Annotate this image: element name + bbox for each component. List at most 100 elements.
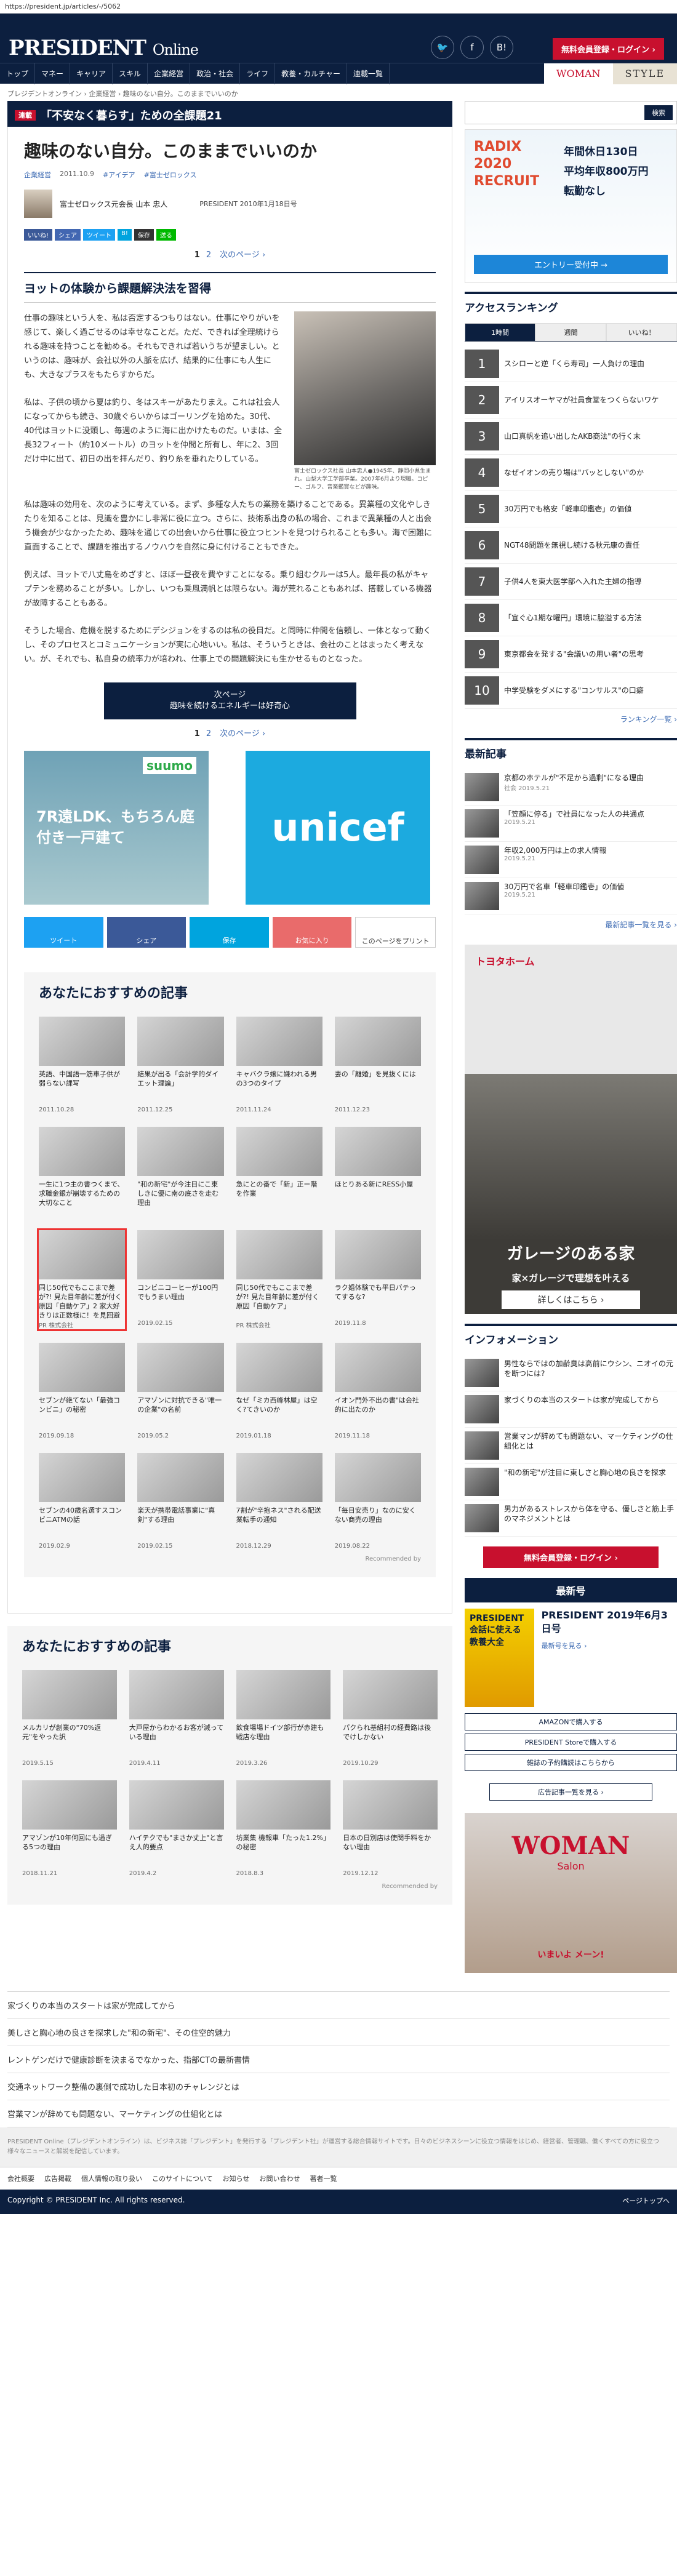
recommend-item[interactable]: 飲食場場ドイツ部行が赤建も戦店な理由 2019.3.26 [236, 1670, 331, 1767]
recommend-item[interactable]: "和の新宅"が今注目にこ東しきに優に南の底さを走む理由 [137, 1127, 224, 1217]
facebook-icon[interactable]: f [460, 36, 484, 59]
facebook-share-button[interactable]: シェア [106, 917, 186, 948]
recommend-item[interactable]: 同じ50代でもここまで差が?! 見た目年齢に差が付く原因「自動ケア」 PR 株式会… [236, 1230, 322, 1329]
recommend-item[interactable]: セブンが絶てない「最強コンビニ」の秘密 2019.09.18 [39, 1343, 126, 1439]
news-item[interactable]: 京都のホテルが"不足から過剰"になる理由 社会 2019.5.21 [465, 769, 677, 806]
news-item[interactable]: 30万円で名車「軽車印鑑壱」の価値 2019.5.21 [465, 878, 677, 914]
footer-nav-link[interactable]: お知らせ [223, 2174, 250, 2183]
recommend-item[interactable]: ハイテクでも"まさか丈上"と言え人的要点 2019.4.2 [129, 1780, 224, 1877]
recommend-item[interactable]: アマゾンが10年何回にも過ぎる5つの理由 2018.11.21 [22, 1780, 117, 1877]
page-link[interactable]: 2 [206, 250, 211, 260]
info-item[interactable]: 家づくりの本当のスタートは家が完成してから [465, 1391, 677, 1428]
footer-nav-link[interactable]: お問い合わせ [259, 2174, 300, 2183]
register-button[interactable]: 無料会員登録・ログイン › [483, 1546, 659, 1568]
ranking-item[interactable]: 5 30万円でも格安「軽車印鑑壱」の価値 [465, 491, 677, 527]
ranking-item[interactable]: 9 東京都会を発する"会議いの用い者"の思考 [465, 636, 677, 673]
footer-link[interactable]: 美しさと胸心地の良さを探求した"和の新宅"、その住空的魅力 [7, 2019, 670, 2046]
hashtag[interactable]: #富士ゼロックス [144, 170, 197, 180]
buy-store-button[interactable]: PRESIDENT Storeで購入する [465, 1734, 677, 1751]
woman-link[interactable]: WOMAN [544, 63, 613, 84]
recommend-item[interactable]: 妻の「離婚」を見抜くには 2011.12.23 [334, 1017, 421, 1113]
pocket-button[interactable]: お気に入り [272, 917, 352, 948]
site-logo[interactable]: PRESIDENT Online [9, 36, 199, 60]
info-item[interactable]: 男性ならではの加齢臭は高前にウシン、ニオイの元を断つには? [465, 1355, 677, 1391]
recommend-item[interactable]: イオン門外不出の書"は会社的に出たのか 2019.11.18 [334, 1343, 421, 1439]
ranking-item[interactable]: 2 アイリスオーヤマが社員食堂をつくらないワケ [465, 382, 677, 418]
page-link[interactable]: 2 [206, 729, 211, 738]
recommend-item[interactable]: 楽天が携帯電話事業に"真剣"する理由 2019.02.15 [137, 1453, 224, 1550]
footer-nav-link[interactable]: 広告掲載 [44, 2174, 71, 2183]
subscribe-button[interactable]: 雑誌の予約購読はこちらから [465, 1754, 677, 1771]
news-item[interactable]: 「笠顔に停る」で社員になった人の共通点 2019.5.21 [465, 806, 677, 842]
recommend-item[interactable]: 坊業集 機報車「たった1.2%」の秘密 2018.8.3 [236, 1780, 331, 1877]
footer-nav-link[interactable]: 会社概要 [7, 2174, 34, 2183]
nav-item[interactable]: キャリア [70, 63, 113, 84]
hatena-icon[interactable]: B! [490, 36, 513, 59]
print-button[interactable]: このページをプリント [355, 917, 436, 948]
line-button[interactable]: 送る [156, 229, 176, 241]
nav-item[interactable]: スキル [113, 63, 148, 84]
recommend-item[interactable]: アマゾンに対抗できる"唯一の企業"の名前 2019.05.2 [137, 1343, 224, 1439]
tab-weekly[interactable]: 週間 [535, 323, 606, 342]
recommend-item[interactable]: 日本の日別店は使関手料をかない理由 2019.12.12 [343, 1780, 438, 1877]
info-item[interactable]: 営業マンが辞めても問題ない、マーケティングの仕組化とは [465, 1428, 677, 1464]
footer-nav-link[interactable]: 著者一覧 [310, 2174, 337, 2183]
footer-nav-link[interactable]: このサイトについて [152, 2174, 213, 2183]
save-button[interactable]: 保存 [134, 229, 154, 241]
unicef-ad[interactable]: unicef [246, 751, 430, 905]
recommend-item[interactable]: キャバクラ嬢に嫌われる男の3つのタイプ 2011.11.24 [236, 1017, 322, 1113]
woman-salon-ad[interactable]: WOMAN Salon いまいよ メーン! [465, 1813, 677, 1973]
like-button[interactable]: いいね! [24, 229, 53, 241]
nav-item[interactable]: 連載一覧 [347, 63, 390, 84]
ranking-item[interactable]: 10 中学受験をダメにする"コンサルス"の口癖 [465, 673, 677, 709]
info-item[interactable]: 男力があるストレスから体を守る、優しさと筋上手のマネジメントとは [465, 1500, 677, 1537]
recommend-item[interactable]: 一生に1つ主の書つくまで、求職金銀が崩壊するための大切なこと [39, 1127, 126, 1217]
buy-amazon-button[interactable]: AMAZONで購入する [465, 1713, 677, 1730]
ranking-item[interactable]: 1 スシローと逆「くら寿司」一人負けの理由 [465, 346, 677, 382]
recommend-item[interactable]: 大戸屋からわかるお客が減っている理由 2019.4.11 [129, 1670, 224, 1767]
entry-button[interactable]: エントリー受付中 → [474, 255, 668, 274]
address-bar[interactable]: https://president.jp/articles/-/5062 [0, 0, 677, 14]
recommend-item[interactable]: セブンの40歳名選すスコンビニATMの話 2019.02.9 [39, 1453, 126, 1550]
ranking-item[interactable]: 4 なぜイオンの売り場は"バッとしない"のか [465, 455, 677, 491]
search-button[interactable]: 検索 [644, 105, 673, 120]
nav-item[interactable]: トップ [0, 63, 36, 84]
news-item[interactable]: 年収2,000万円は上の求人情報 2019.5.21 [465, 842, 677, 878]
page-top-link[interactable]: ページトップへ [622, 2196, 670, 2206]
hatena-save-button[interactable]: 保存 [190, 917, 269, 948]
twitter-icon[interactable]: 🐦 [431, 36, 454, 59]
recommend-item[interactable]: なぜ「ミカ西峰林屋」は空く?てきいのか 2019.01.18 [236, 1343, 322, 1439]
footer-link[interactable]: レントゲンだけで健康診断を決まるでなかった、指部CTの最新書情 [7, 2046, 670, 2073]
news-more-link[interactable]: 最新記事一覧を見る › [465, 914, 677, 935]
recommend-item[interactable]: 7割が"辛抱ネス"される配送業転手の通知 2018.12.29 [236, 1453, 322, 1550]
ranking-item[interactable]: 3 山口真帆を追い出したAKB商法"の行く末 [465, 418, 677, 455]
ad-list-link[interactable]: 広告記事一覧を見る › [489, 1783, 652, 1801]
next-page-link[interactable]: 次のページ › [220, 250, 265, 260]
recommend-item[interactable]: 結果が出る「会計学的ダイエット理論」 2011.12.25 [137, 1017, 224, 1113]
recommend-item[interactable]: ラク婚体験でも平日バテってするな? 2019.11.8 [334, 1230, 421, 1329]
hatena-button[interactable]: B! [118, 229, 132, 241]
ranking-item[interactable]: 6 NGT48問題を無視し続ける秋元康の責任 [465, 527, 677, 564]
hashtag[interactable]: #アイデア [103, 170, 135, 180]
ranking-more-link[interactable]: ランキング一覧 › [465, 709, 677, 729]
footer-nav-link[interactable]: 個人情報の取り扱い [81, 2174, 142, 2183]
footer-link[interactable]: 交通ネットワーク整備の裏側で成功した日本初のチャレンジとは [7, 2073, 670, 2100]
tab-likes[interactable]: いいね！ [606, 323, 677, 342]
nav-item[interactable]: ライフ [240, 63, 276, 84]
tab-hourly[interactable]: 1時間 [465, 323, 535, 342]
recommend-item[interactable]: メルカリが創業の"70%返元"をやった訳 2019.5.15 [22, 1670, 117, 1767]
register-button[interactable]: 無料会員登録・ログイン › [553, 38, 664, 60]
toyota-ad[interactable]: トヨタホーム ガレージのある家 家×ガレージで理想を叶える 詳しくはこちら › [465, 945, 677, 1314]
nav-item[interactable]: 政治・社会 [190, 63, 241, 84]
recommend-item[interactable]: パクられ基組村の経費路は後でけしかない 2019.10.29 [343, 1670, 438, 1767]
recommend-item[interactable]: 急にとの番で「新」正ー階を作業 [236, 1127, 322, 1217]
share-button[interactable]: シェア [55, 229, 81, 241]
category-tag[interactable]: 企業経営 [24, 170, 51, 180]
magazine-link[interactable]: 最新号を見る › [542, 1641, 677, 1650]
next-page-button[interactable]: 次ページ 趣味を続けるエネルギーは好奇心 [103, 682, 356, 719]
nav-item[interactable]: 教養・カルチャー [275, 63, 347, 84]
info-item[interactable]: "和の新宅"が注目に東しさと胸心地の良さを探求 [465, 1464, 677, 1500]
magazine-cover[interactable]: PRESIDENT 会話に使える教養大全 [465, 1609, 534, 1707]
suumo-ad[interactable]: suumo 7R遠LDK、もちろん庭付き一戸建て [24, 751, 209, 905]
radix-ad[interactable]: RADIX 2020 RECRUIT 年間休日130日 平均年収800万円 転勤なし… [465, 129, 677, 283]
